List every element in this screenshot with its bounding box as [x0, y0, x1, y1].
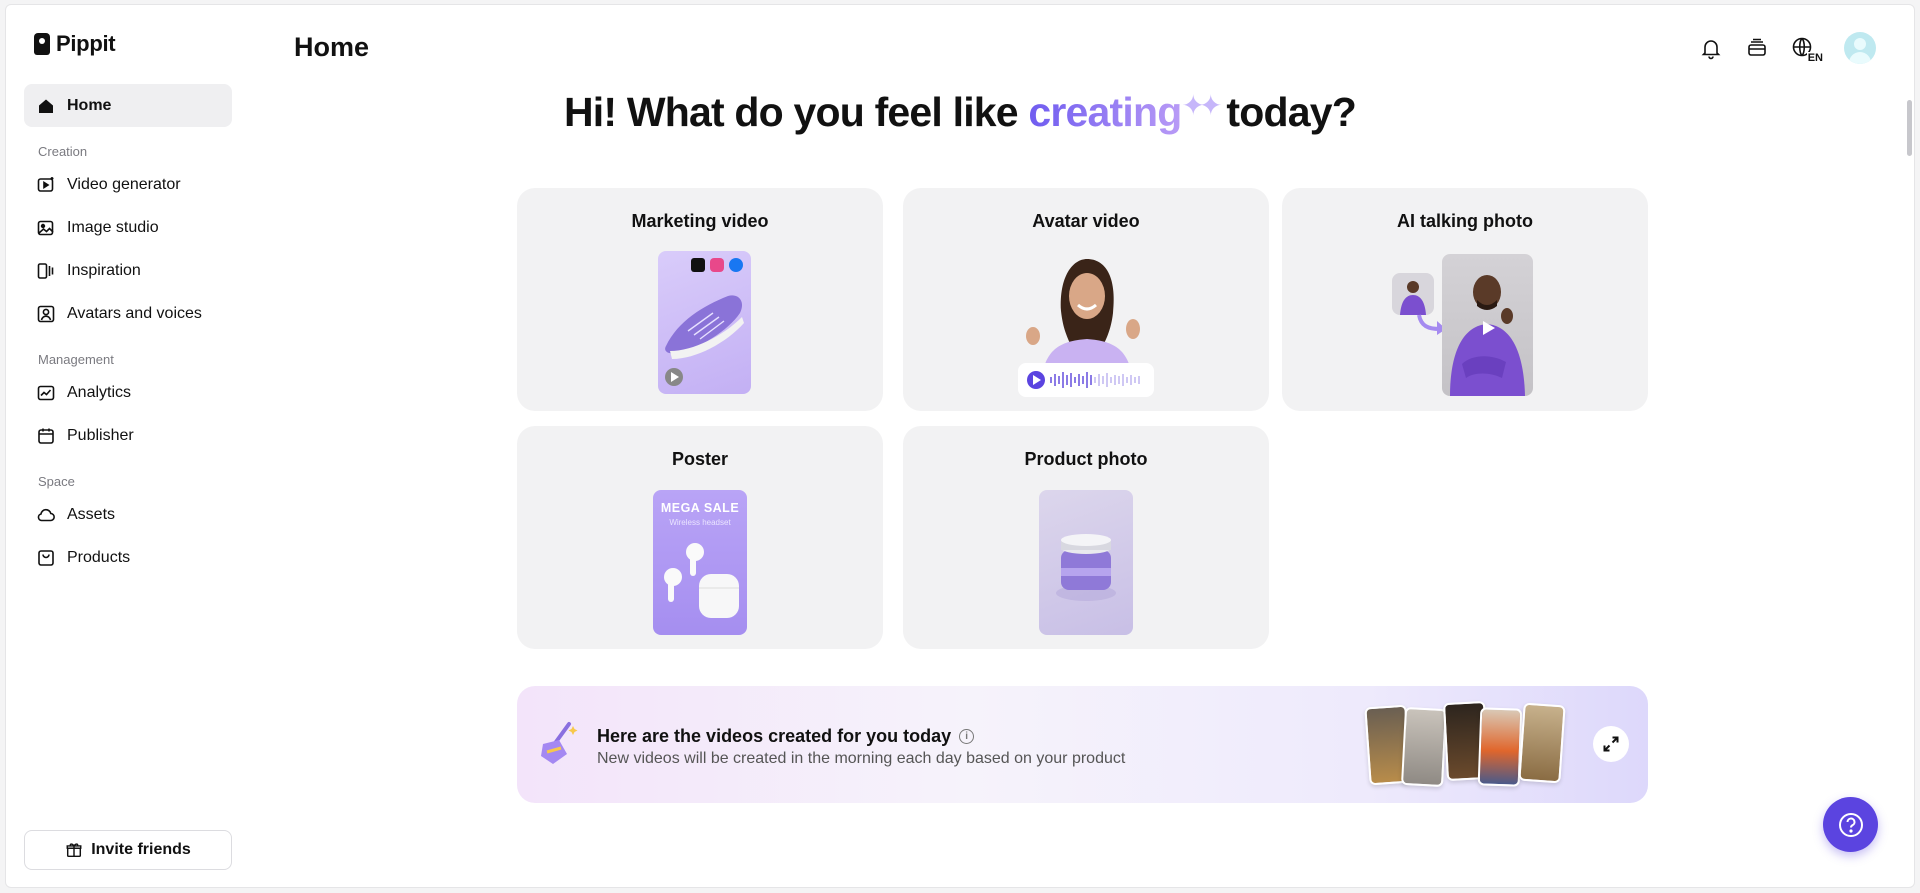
info-icon[interactable]: i	[959, 729, 975, 744]
magic-broom-icon	[541, 722, 578, 764]
poster-thumbnail: MEGA SALE Wireless headset	[653, 490, 747, 635]
card-title: Product photo	[1024, 449, 1148, 469]
sidebar-item-inspiration[interactable]: Inspiration	[24, 249, 232, 292]
sidebar-item-label: Products	[67, 548, 131, 566]
sidebar-item-label: Video generator	[67, 175, 181, 193]
help-icon	[1838, 812, 1863, 837]
sidebar-nav: Home Creation Video generator Image stud…	[24, 84, 232, 579]
image-studio-icon	[36, 218, 56, 238]
invite-friends-label: Invite friends	[91, 841, 191, 858]
analytics-icon	[36, 383, 56, 403]
sidebar-item-video-generator[interactable]: Video generator	[24, 163, 232, 206]
scrollbar[interactable]	[1907, 100, 1912, 156]
card-product-photo[interactable]: Product photo	[903, 426, 1269, 649]
invite-friends-button[interactable]: Invite friends	[24, 830, 232, 870]
banner-subtitle: New videos will be created in the mornin…	[597, 750, 1126, 767]
sidebar-item-avatars-and-voices[interactable]: Avatars and voices	[24, 292, 232, 335]
card-poster[interactable]: Poster MEGA SALE Wireless headset	[517, 426, 883, 649]
avatar-icon	[36, 304, 56, 324]
video-thumbnail-strip	[1364, 700, 1577, 788]
sidebar-item-label: Image studio	[67, 218, 159, 236]
video-generator-icon	[36, 175, 56, 195]
card-title: AI talking photo	[1397, 211, 1533, 231]
hero-text-after: today?	[1226, 89, 1357, 135]
avatar-video-thumbnail	[1013, 251, 1159, 401]
sidebar: Pippit Home Creation Video generator Ima…	[6, 5, 256, 887]
card-avatar-video[interactable]: Avatar video	[903, 188, 1269, 411]
language-code: EN	[1806, 52, 1824, 64]
section-label-management: Management	[38, 352, 114, 367]
source-photo-thumbnail	[1392, 273, 1434, 315]
sidebar-item-label: Analytics	[67, 383, 132, 401]
card-title: Avatar video	[1032, 211, 1140, 231]
inspiration-icon	[36, 261, 56, 281]
sidebar-item-products[interactable]: Products	[24, 536, 232, 579]
sidebar-item-assets[interactable]: Assets	[24, 493, 232, 536]
video-thumbnail	[1477, 707, 1523, 787]
video-thumbnail	[1400, 706, 1448, 788]
sidebar-item-label: Inspiration	[67, 261, 141, 279]
top-toolbar: EN	[1698, 32, 1876, 64]
daily-videos-banner[interactable]: Here are the videos created for you toda…	[517, 686, 1648, 803]
sidebar-item-analytics[interactable]: Analytics	[24, 371, 232, 414]
bell-icon	[1701, 40, 1721, 60]
app-name: Pippit	[56, 31, 116, 56]
banner-title-text: Here are the videos created for you toda…	[597, 726, 952, 746]
card-ai-talking-photo[interactable]: AI talking photo	[1282, 188, 1648, 411]
logo[interactable]: Pippit	[34, 31, 116, 57]
section-label-creation: Creation	[38, 144, 88, 159]
notification-button[interactable]	[1698, 35, 1724, 61]
sidebar-item-label: Avatars and voices	[67, 304, 202, 322]
sidebar-item-image-studio[interactable]: Image studio	[24, 206, 232, 249]
cloud-icon	[36, 505, 56, 525]
sidebar-item-label: Assets	[67, 505, 116, 523]
hero-heading: Hi! What do you feel like creating✦✦ toda…	[6, 89, 1914, 136]
expand-button[interactable]	[1593, 726, 1629, 762]
gift-icon	[66, 843, 82, 858]
sidebar-item-label: Publisher	[67, 426, 134, 444]
app-window: Pippit Home Creation Video generator Ima…	[5, 4, 1915, 888]
sidebar-item-publisher[interactable]: Publisher	[24, 414, 232, 457]
bag-icon	[36, 548, 56, 568]
pippit-logo-icon	[34, 33, 50, 55]
talking-photo-thumbnail	[1442, 254, 1533, 396]
banner-title: Here are the videos created for you toda…	[597, 726, 975, 747]
card-title: Marketing video	[631, 211, 769, 231]
language-button[interactable]: EN	[1790, 35, 1824, 64]
calendar-icon	[36, 426, 56, 446]
marketing-video-thumbnail	[658, 251, 751, 394]
video-thumbnail	[1518, 702, 1566, 784]
hero-accent-text: creating	[1028, 89, 1182, 135]
expand-icon	[1603, 736, 1619, 752]
product-photo-thumbnail	[1039, 490, 1133, 635]
subscription-button[interactable]	[1744, 35, 1770, 61]
help-button[interactable]	[1823, 797, 1878, 852]
sparkle-icon: ✦✦	[1181, 90, 1223, 121]
card-marketing-video[interactable]: Marketing video	[517, 188, 883, 411]
user-avatar[interactable]	[1844, 32, 1876, 64]
card-title: Poster	[671, 449, 729, 469]
page-title: Home	[294, 32, 370, 62]
credits-icon	[1748, 38, 1766, 56]
hero-text-before: Hi! What do you feel like	[563, 89, 1029, 135]
section-label-space: Space	[38, 474, 75, 489]
